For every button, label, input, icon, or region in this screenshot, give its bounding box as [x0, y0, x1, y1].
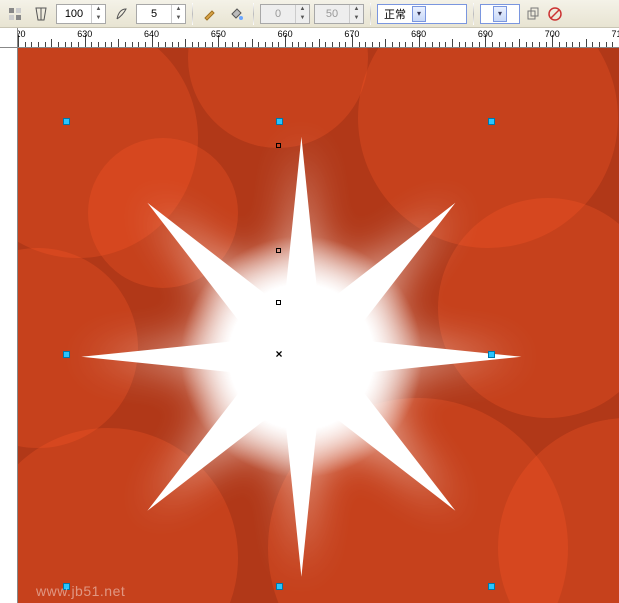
opacity-icon: [30, 3, 52, 25]
sel-handle-mr[interactable]: [488, 351, 495, 358]
toolbar: ▲▼ ▲▼ ▲▼ ▲▼ 正常 ▾ ▾: [0, 0, 619, 28]
separator: [473, 3, 474, 25]
chevron-down-icon[interactable]: ▾: [493, 6, 507, 22]
canvas[interactable]: × www.jb51.net: [18, 48, 619, 603]
pattern-tool-icon[interactable]: [4, 3, 26, 25]
ruler-label: 670: [344, 29, 359, 39]
separator: [253, 3, 254, 25]
sel-handle-tr[interactable]: [488, 118, 495, 125]
feather-field[interactable]: [137, 5, 171, 23]
feather-spinner[interactable]: ▲▼: [171, 5, 185, 23]
sel-handle-tl[interactable]: [63, 118, 70, 125]
style-select[interactable]: ▾: [480, 4, 520, 24]
field3: [261, 5, 295, 23]
opacity-spinner[interactable]: ▲▼: [91, 5, 105, 23]
bucket-tool-icon[interactable]: [225, 3, 247, 25]
feather-input[interactable]: ▲▼: [136, 4, 186, 24]
horizontal-ruler[interactable]: 620 630 640 650 660 670 680 690 700 710: [18, 28, 619, 48]
sel-handle-bm[interactable]: [276, 583, 283, 590]
separator: [192, 3, 193, 25]
ruler-label: 620: [18, 29, 26, 39]
ruler-label: 690: [478, 29, 493, 39]
opacity-field[interactable]: [57, 5, 91, 23]
sel-handle-ml[interactable]: [63, 351, 70, 358]
node-upper[interactable]: [276, 248, 281, 253]
separator: [370, 3, 371, 25]
ruler-label: 630: [77, 29, 92, 39]
field3-spinner: ▲▼: [295, 5, 309, 23]
disabled-icon: [546, 5, 564, 23]
sel-handle-tm[interactable]: [276, 118, 283, 125]
ruler-label: 710: [611, 29, 619, 39]
ruler-label: 700: [545, 29, 560, 39]
watermark: www.jb51.net: [36, 583, 125, 599]
copy-props-icon[interactable]: [524, 5, 542, 23]
blend-mode-select[interactable]: 正常 ▾: [377, 4, 467, 24]
field4-input: ▲▼: [314, 4, 364, 24]
brush-tool-icon[interactable]: [199, 3, 221, 25]
ruler-label: 640: [144, 29, 159, 39]
star-shape[interactable]: [81, 136, 521, 576]
ruler-label: 680: [411, 29, 426, 39]
field4: [315, 5, 349, 23]
chevron-down-icon[interactable]: ▾: [412, 6, 426, 22]
ruler-label: 650: [211, 29, 226, 39]
vertical-ruler[interactable]: [0, 48, 18, 603]
node-inner[interactable]: [276, 300, 281, 305]
field4-spinner: ▲▼: [349, 5, 363, 23]
field3-input: ▲▼: [260, 4, 310, 24]
feather-icon: [110, 3, 132, 25]
node-top[interactable]: [276, 143, 281, 148]
sel-handle-br[interactable]: [488, 583, 495, 590]
ruler-label: 660: [278, 29, 293, 39]
blend-mode-label: 正常: [384, 6, 406, 22]
opacity-input[interactable]: ▲▼: [56, 4, 106, 24]
ruler-corner: [0, 28, 18, 48]
center-marker[interactable]: ×: [275, 347, 282, 361]
